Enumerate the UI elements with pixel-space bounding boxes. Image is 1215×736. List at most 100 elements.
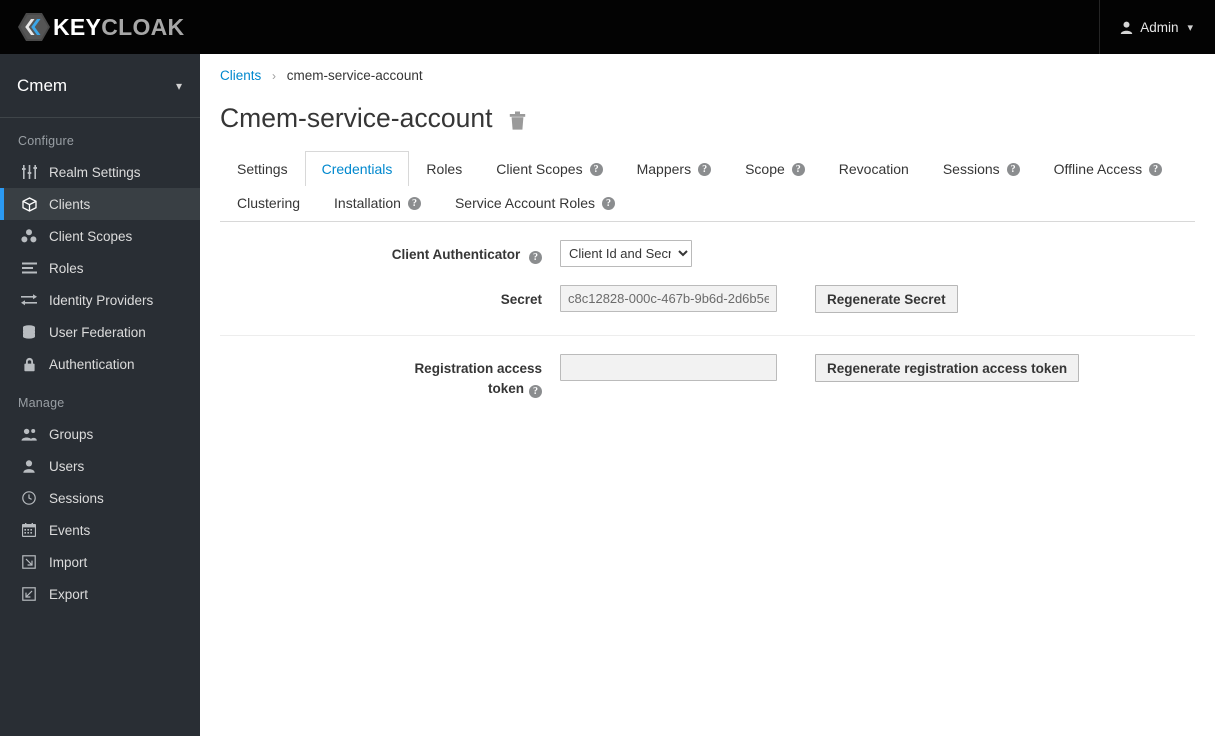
breadcrumb-current: cmem-service-account <box>286 68 423 83</box>
sidebar-item-label: Identity Providers <box>49 292 154 308</box>
form-row-registration-access-token: Registration access token? Regenerate re… <box>215 354 1215 400</box>
import-arrow-icon <box>18 554 40 570</box>
tab-sessions[interactable]: Sessions ? <box>926 151 1037 186</box>
tab-label: Revocation <box>838 161 909 177</box>
help-icon[interactable]: ? <box>529 248 542 264</box>
tab-label: Mappers <box>636 161 692 177</box>
tab-mappers[interactable]: Mappers ? <box>620 151 728 186</box>
secret-control: Regenerate Secret <box>560 285 958 313</box>
user-name-label: Admin <box>1140 19 1179 35</box>
tab-service-account-roles[interactable]: Service Account Roles ? <box>438 186 632 221</box>
label-text: Secret <box>500 292 542 307</box>
label-text-line2: token <box>487 381 524 396</box>
tab-revocation[interactable]: Revocation <box>822 151 926 186</box>
blocks-icon <box>18 228 40 244</box>
sidebar-item-users[interactable]: Users <box>0 450 200 482</box>
tab-label: Service Account Roles <box>454 195 596 211</box>
tab-clustering[interactable]: Clustering <box>220 186 317 221</box>
tab-label: Scope <box>745 161 785 177</box>
client-authenticator-select[interactable]: Client Id and Secret <box>560 240 692 267</box>
sidebar-item-client-scopes[interactable]: Client Scopes <box>0 220 200 252</box>
help-icon[interactable]: ? <box>529 382 542 398</box>
help-icon[interactable]: ? <box>698 162 712 176</box>
tab-label: Offline Access <box>1053 161 1143 177</box>
sidebar-item-label: User Federation <box>49 324 146 340</box>
sidebar-item-label: Export <box>49 586 89 602</box>
page-header: Cmem-service-account <box>200 83 1215 134</box>
sidebar-item-label: Clients <box>49 196 91 212</box>
user-icon <box>18 458 40 474</box>
regenerate-secret-button[interactable]: Regenerate Secret <box>815 285 958 313</box>
clock-icon <box>18 490 40 506</box>
tab-roles[interactable]: Roles <box>409 151 479 186</box>
credentials-form: Client Authenticator ? Client Id and Sec… <box>200 240 1215 400</box>
help-icon[interactable]: ? <box>1006 162 1020 176</box>
tab-label: Roles <box>426 161 463 177</box>
tab-client-scopes[interactable]: Client Scopes ? <box>479 151 619 186</box>
help-icon[interactable]: ? <box>1149 162 1163 176</box>
brand-logo[interactable]: KEYCLOAK <box>17 10 184 44</box>
tab-credentials[interactable]: Credentials <box>304 151 410 186</box>
export-arrow-icon <box>18 586 40 602</box>
regenerate-registration-access-token-button[interactable]: Regenerate registration access token <box>815 354 1080 382</box>
label-text-line1: Registration access <box>414 361 542 376</box>
tab-label: Client Scopes <box>496 161 583 177</box>
chevron-down-icon: ▾ <box>175 78 182 93</box>
tab-scope[interactable]: Scope ? <box>728 151 822 186</box>
sidebar-item-roles[interactable]: Roles <box>0 252 200 284</box>
sidebar-item-groups[interactable]: Groups <box>0 418 200 450</box>
help-icon[interactable]: ? <box>589 162 603 176</box>
sidebar-item-user-federation[interactable]: User Federation <box>0 316 200 348</box>
sidebar-item-events[interactable]: Events <box>0 514 200 546</box>
sidebar-item-label: Groups <box>49 426 94 442</box>
tab-row-2: Clustering Installation ? Service Accoun… <box>220 186 1195 221</box>
tab-label: Settings <box>237 161 288 177</box>
sidebar-item-label: Roles <box>49 260 84 276</box>
sidebar-item-label: Realm Settings <box>49 164 141 180</box>
trash-icon[interactable] <box>509 111 526 130</box>
registration-access-token-input[interactable] <box>560 354 777 381</box>
masthead: KEYCLOAK Admin ▾ <box>0 0 1215 54</box>
tab-installation[interactable]: Installation ? <box>317 186 438 221</box>
sidebar-item-label: Client Scopes <box>49 228 133 244</box>
secret-input[interactable] <box>560 285 777 312</box>
sidebar-item-export[interactable]: Export <box>0 578 200 610</box>
registration-access-token-label: Registration access token? <box>215 354 560 400</box>
database-icon <box>18 324 40 340</box>
secret-label: Secret <box>215 285 560 310</box>
breadcrumb-link-clients[interactable]: Clients <box>220 68 261 83</box>
sidebar-item-realm-settings[interactable]: Realm Settings <box>0 156 200 188</box>
label-text: Client Authenticator <box>391 247 521 262</box>
user-menu[interactable]: Admin ▾ <box>1099 0 1215 54</box>
lock-icon <box>18 356 40 372</box>
sidebar-item-label: Import <box>49 554 88 570</box>
client-authenticator-label: Client Authenticator ? <box>215 240 560 266</box>
label-line2-wrap: token? <box>215 379 542 400</box>
sidebar-item-authentication[interactable]: Authentication <box>0 348 200 380</box>
nav-group-title-manage: Manage <box>18 396 65 410</box>
realm-name-label: Cmem <box>17 75 68 95</box>
tab-offline-access[interactable]: Offline Access ? <box>1037 151 1179 186</box>
form-row-client-authenticator: Client Authenticator ? Client Id and Sec… <box>215 240 1215 267</box>
sidebar-item-label: Sessions <box>49 490 104 506</box>
form-divider <box>220 335 1195 336</box>
nav-group-title-configure: Configure <box>18 134 74 148</box>
sidebar: Cmem ▾ Configure Realm Settings Clients … <box>0 54 200 736</box>
exchange-icon <box>18 292 40 308</box>
help-icon[interactable]: ? <box>407 196 421 210</box>
users-icon <box>18 426 40 442</box>
sidebar-item-clients[interactable]: Clients <box>0 188 200 220</box>
sidebar-item-sessions[interactable]: Sessions <box>0 482 200 514</box>
sidebar-item-identity-providers[interactable]: Identity Providers <box>0 284 200 316</box>
calendar-icon <box>18 522 40 538</box>
sidebar-item-label: Authentication <box>49 356 135 372</box>
breadcrumb-separator-icon: › <box>272 69 277 83</box>
tab-settings[interactable]: Settings <box>220 151 305 186</box>
tab-row-1: Settings Credentials Roles Client Scopes… <box>220 151 1195 186</box>
help-icon[interactable]: ? <box>791 162 805 176</box>
help-icon[interactable]: ? <box>602 196 616 210</box>
realm-selector[interactable]: Cmem ▾ <box>0 54 200 118</box>
sidebar-item-import[interactable]: Import <box>0 546 200 578</box>
tab-label: Clustering <box>237 195 301 211</box>
registration-access-token-control: Regenerate registration access token <box>560 354 1080 382</box>
